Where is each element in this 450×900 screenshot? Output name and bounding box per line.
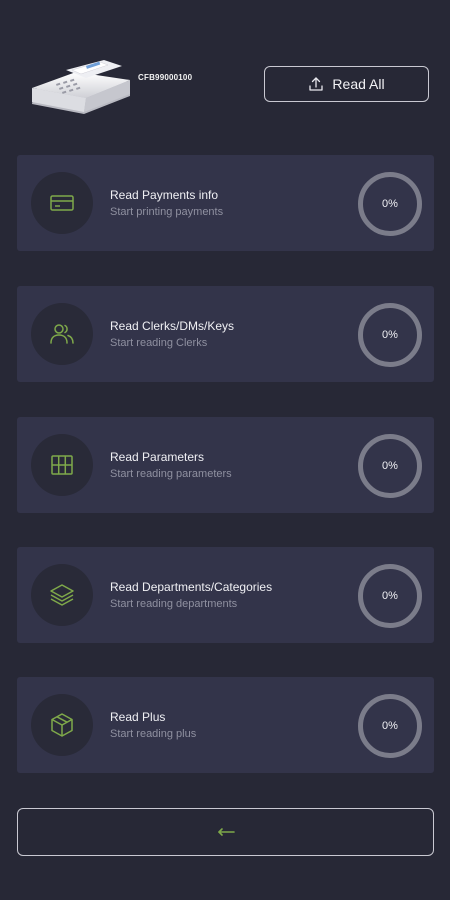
back-button[interactable] — [17, 808, 434, 856]
read-departments-card[interactable]: Read Departments/Categories Start readin… — [17, 547, 434, 643]
arrow-left-icon — [217, 828, 235, 836]
card-title: Read Parameters — [110, 450, 205, 464]
card-subtitle: Start printing payments — [110, 206, 224, 218]
card-title: Read Departments/Categories — [110, 580, 273, 594]
grid-icon — [51, 455, 73, 475]
layers-icon — [50, 584, 74, 606]
card-icon-container — [31, 434, 93, 496]
read-payments-card[interactable]: Read Payments info Start printing paymen… — [17, 155, 434, 251]
read-plus-card[interactable]: Read Plus Start reading plus 0% — [17, 677, 434, 773]
cash-register-image — [32, 60, 130, 114]
card-icon-container — [31, 303, 93, 365]
read-all-label: Read All — [332, 76, 385, 92]
read-parameters-card[interactable]: Read Parameters Start reading parameters… — [17, 417, 434, 513]
card-subtitle: Start reading plus — [110, 728, 197, 740]
card-icon-container — [31, 694, 93, 756]
credit-card-icon — [50, 195, 74, 211]
card-title: Read Plus — [110, 710, 166, 724]
card-title: Read Payments info — [110, 188, 219, 202]
read-clerks-card[interactable]: Read Clerks/DMs/Keys Start reading Clerk… — [17, 286, 434, 382]
header: CFB99000100 Read All — [0, 0, 450, 140]
card-subtitle: Start reading departments — [110, 598, 238, 610]
card-icon-container — [31, 172, 93, 234]
progress-ring: 0% — [358, 564, 422, 628]
progress-ring: 0% — [358, 303, 422, 367]
card-subtitle: Start reading parameters — [110, 468, 232, 480]
box-icon — [51, 713, 73, 737]
card-icon-container — [31, 564, 93, 626]
users-icon — [50, 324, 74, 344]
progress-ring: 0% — [358, 172, 422, 236]
progress-ring: 0% — [358, 694, 422, 758]
card-subtitle: Start reading Clerks — [110, 337, 208, 349]
device-serial: CFB99000100 — [138, 73, 193, 82]
card-title: Read Clerks/DMs/Keys — [110, 319, 235, 333]
upload-icon — [309, 77, 324, 91]
read-all-button[interactable]: Read All — [264, 66, 429, 102]
progress-ring: 0% — [358, 434, 422, 498]
